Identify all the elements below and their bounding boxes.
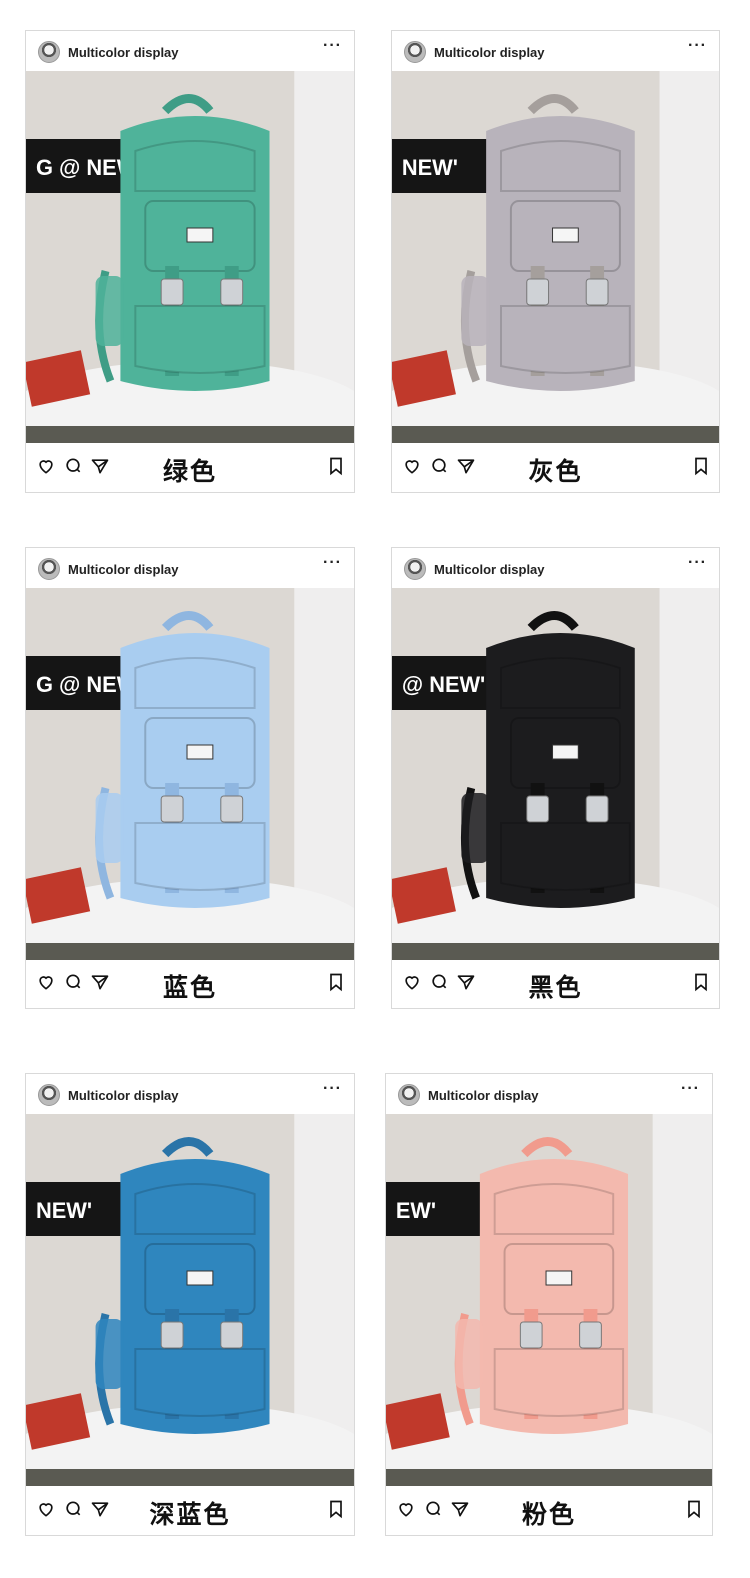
color-caption: 蓝色 [162, 973, 217, 1002]
more-dots-icon[interactable]: ··· [323, 1080, 342, 1098]
product-photo: EW' [386, 1114, 712, 1486]
wall-sign-text: EW' [396, 1198, 436, 1223]
more-dots-icon[interactable]: ··· [323, 37, 342, 55]
color-caption: 粉色 [521, 1500, 576, 1529]
post-card: Multicolor display ··· EW' 粉色 [385, 1073, 713, 1536]
bookmark-icon[interactable] [326, 972, 346, 992]
post-card: Multicolor display ··· NEW' 灰色 [391, 30, 720, 493]
post-footer: 粉色 [386, 1487, 712, 1535]
more-dots-icon[interactable]: ··· [681, 1080, 700, 1098]
product-photo: G @ NEW [26, 588, 354, 960]
username[interactable]: Multicolor display [68, 45, 179, 60]
wall-sign-text: NEW' [36, 1198, 92, 1223]
color-caption: 灰色 [528, 457, 583, 486]
avatar[interactable] [38, 41, 60, 63]
avatar[interactable] [398, 1084, 420, 1106]
post-header: Multicolor display ··· [26, 1074, 354, 1114]
backpack-photo-svg: @ NEW' [392, 588, 719, 960]
product-photo: NEW' [26, 1114, 354, 1486]
bookmark-icon[interactable] [684, 1499, 704, 1519]
color-caption: 黑色 [528, 973, 583, 1002]
avatar[interactable] [38, 1084, 60, 1106]
more-dots-icon[interactable]: ··· [688, 37, 707, 55]
avatar[interactable] [404, 558, 426, 580]
post-footer: 深蓝色 [26, 1487, 354, 1535]
wall-sign-text: @ NEW' [402, 672, 485, 697]
product-photo: @ NEW' [392, 588, 719, 960]
post-footer: 灰色 [392, 444, 719, 492]
more-dots-icon[interactable]: ··· [688, 554, 707, 572]
post-header: Multicolor display ··· [386, 1074, 712, 1114]
bookmark-icon[interactable] [326, 456, 346, 476]
color-caption: 深蓝色 [149, 1500, 231, 1529]
post-footer: 绿色 [26, 444, 354, 492]
bookmark-icon[interactable] [326, 1499, 346, 1519]
username[interactable]: Multicolor display [428, 1088, 539, 1103]
post-card: Multicolor display ··· @ NEW' 黑色 [391, 547, 720, 1009]
backpack-photo-svg: NEW' [392, 71, 719, 443]
avatar[interactable] [404, 41, 426, 63]
bookmark-icon[interactable] [691, 972, 711, 992]
backpack-photo-svg: G @ NEW [26, 588, 354, 960]
backpack-photo-svg: EW' [386, 1114, 712, 1486]
username[interactable]: Multicolor display [434, 45, 545, 60]
post-header: Multicolor display ··· [392, 548, 719, 588]
post-card: Multicolor display ··· G @ NEW 蓝色 [25, 547, 355, 1009]
post-footer: 蓝色 [26, 960, 354, 1008]
product-photo: G @ NEW' [26, 71, 354, 443]
wall-sign-text: NEW' [402, 155, 458, 180]
avatar[interactable] [38, 558, 60, 580]
color-caption: 绿色 [162, 457, 217, 486]
more-dots-icon[interactable]: ··· [323, 554, 342, 572]
post-card: Multicolor display ··· NEW' 深蓝色 [25, 1073, 355, 1536]
bookmark-icon[interactable] [691, 456, 711, 476]
backpack-photo-svg: NEW' [26, 1114, 354, 1486]
product-photo: NEW' [392, 71, 719, 443]
post-header: Multicolor display ··· [26, 31, 354, 71]
backpack-photo-svg: G @ NEW' [26, 71, 354, 443]
username[interactable]: Multicolor display [68, 562, 179, 577]
username[interactable]: Multicolor display [68, 1088, 179, 1103]
post-footer: 黑色 [392, 960, 719, 1008]
post-header: Multicolor display ··· [26, 548, 354, 588]
username[interactable]: Multicolor display [434, 562, 545, 577]
post-card: Multicolor display ··· G @ NEW' 绿色 [25, 30, 355, 493]
post-header: Multicolor display ··· [392, 31, 719, 71]
